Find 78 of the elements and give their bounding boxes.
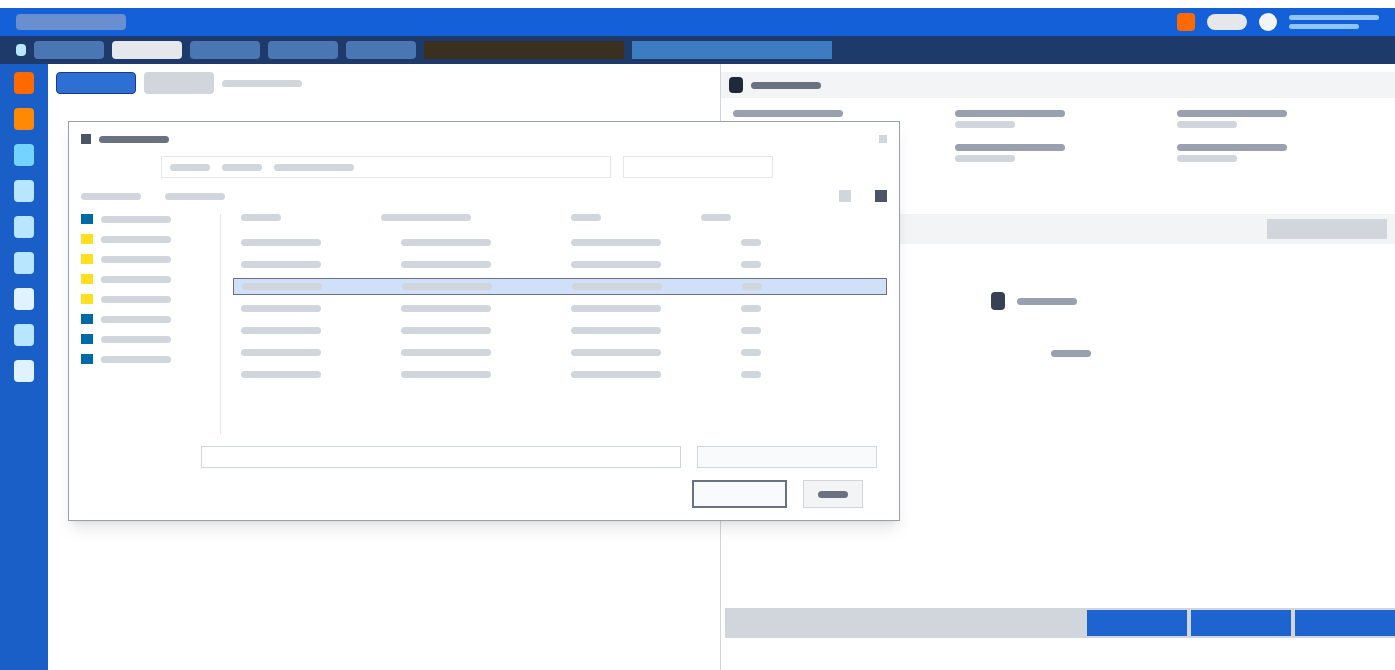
app-icon xyxy=(81,134,91,144)
illegible-text xyxy=(741,305,761,312)
illegible-text xyxy=(751,81,821,89)
device-icon xyxy=(991,292,1005,310)
illegible-text xyxy=(1289,24,1359,29)
path-field[interactable] xyxy=(161,156,611,178)
illegible-text xyxy=(241,214,281,221)
help-icon[interactable] xyxy=(875,190,887,202)
open-button[interactable] xyxy=(692,480,787,508)
illegible-text xyxy=(101,235,171,243)
illegible-text xyxy=(222,163,262,171)
rail-icon[interactable] xyxy=(14,144,34,166)
illegible-text xyxy=(571,214,601,221)
illegible-text xyxy=(170,163,210,171)
rail-icon[interactable] xyxy=(14,180,34,202)
tree-item-icon xyxy=(81,354,93,364)
view-icon[interactable] xyxy=(839,190,851,202)
illegible-text xyxy=(741,371,761,378)
user-icon xyxy=(1259,13,1277,31)
rail-icon[interactable] xyxy=(14,216,34,238)
illegible-text xyxy=(741,261,761,268)
tree-item-icon xyxy=(81,274,93,284)
filetype-dropdown[interactable] xyxy=(697,446,877,468)
status-pill xyxy=(1207,14,1247,30)
illegible-text xyxy=(701,214,731,221)
illegible-text xyxy=(101,295,171,303)
bottom-button[interactable] xyxy=(1087,610,1187,636)
tree-item-icon xyxy=(81,234,93,244)
illegible-text xyxy=(1017,297,1077,305)
illegible-text xyxy=(741,349,761,356)
file-row[interactable] xyxy=(233,278,887,295)
primary-button[interactable] xyxy=(56,72,136,94)
tree-item-icon xyxy=(81,334,93,344)
tree-item-icon xyxy=(81,254,93,264)
cancel-button[interactable] xyxy=(803,480,863,508)
illegible-text xyxy=(741,327,761,334)
menu-icon[interactable] xyxy=(16,44,26,56)
tree-item-icon xyxy=(81,294,93,304)
rail-icon[interactable] xyxy=(14,324,34,346)
action-button[interactable] xyxy=(1267,219,1387,239)
illegible-text xyxy=(1051,350,1091,357)
illegible-text xyxy=(955,155,1015,162)
illegible-text xyxy=(741,239,761,246)
search-field[interactable] xyxy=(623,156,773,178)
illegible-text xyxy=(81,192,141,200)
close-icon[interactable] xyxy=(879,135,887,143)
nav-tab[interactable] xyxy=(34,41,104,59)
illegible-text xyxy=(101,315,171,323)
panel-icon xyxy=(729,77,743,93)
nav-tab[interactable] xyxy=(346,41,416,59)
illegible-text xyxy=(101,355,171,363)
illegible-text xyxy=(165,192,225,200)
nav-tab[interactable] xyxy=(112,41,182,59)
tree-item-icon xyxy=(81,214,93,224)
rail-icon[interactable] xyxy=(14,360,34,382)
illegible-text xyxy=(101,275,171,283)
rail-icon[interactable] xyxy=(14,108,34,130)
bottom-button[interactable] xyxy=(1295,610,1395,636)
illegible-text xyxy=(818,490,848,498)
illegible-text xyxy=(742,283,762,290)
nav-tab[interactable] xyxy=(268,41,338,59)
logo-icon xyxy=(16,14,126,30)
rail-icon[interactable] xyxy=(14,72,34,94)
tree-item-icon xyxy=(81,314,93,324)
illegible-text xyxy=(1177,155,1237,162)
illegible-text xyxy=(99,135,169,143)
filename-field[interactable] xyxy=(201,446,681,468)
rail-icon[interactable] xyxy=(14,252,34,274)
notification-icon xyxy=(1177,13,1195,31)
illegible-text xyxy=(101,215,171,223)
illegible-text xyxy=(101,335,171,343)
secondary-button[interactable] xyxy=(144,72,214,94)
illegible-text xyxy=(1177,121,1237,128)
bottom-button[interactable] xyxy=(1191,610,1291,636)
illegible-text xyxy=(955,121,1015,128)
rail-icon[interactable] xyxy=(14,288,34,310)
illegible-text xyxy=(101,255,171,263)
nav-tab[interactable] xyxy=(190,41,260,59)
